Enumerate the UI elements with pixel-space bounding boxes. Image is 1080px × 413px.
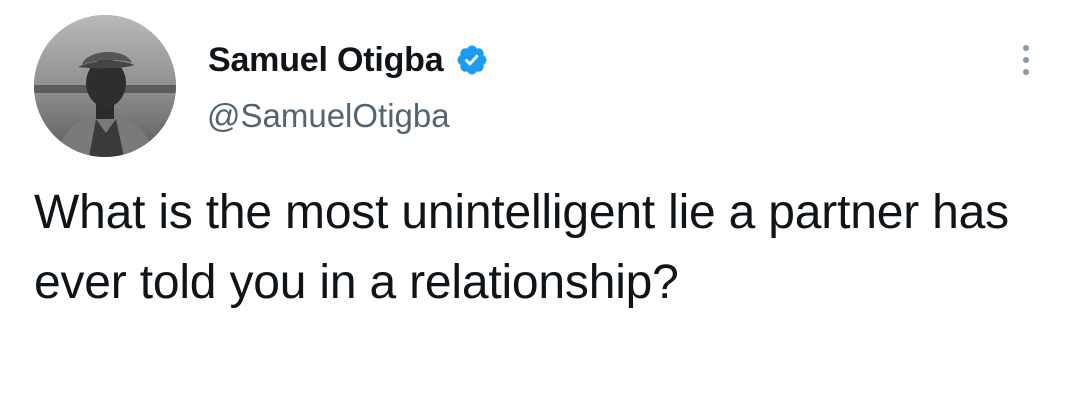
author-display-name[interactable]: Samuel Otigba — [208, 41, 444, 80]
tweet-text: What is the most unintelligent lie a par… — [34, 186, 1009, 309]
author-name-row: Samuel Otigba — [208, 38, 489, 82]
dot — [1023, 45, 1029, 51]
profile-photo-icon — [34, 15, 176, 157]
dot — [1023, 69, 1029, 75]
author-handle[interactable]: @SamuelOtigba — [207, 97, 450, 135]
tweet-card: Samuel Otigba @SamuelOtigba What is the … — [0, 0, 1080, 413]
avatar[interactable] — [34, 15, 176, 157]
dot — [1023, 57, 1029, 63]
more-options-icon[interactable] — [1006, 38, 1046, 82]
verified-badge-icon — [457, 45, 487, 75]
